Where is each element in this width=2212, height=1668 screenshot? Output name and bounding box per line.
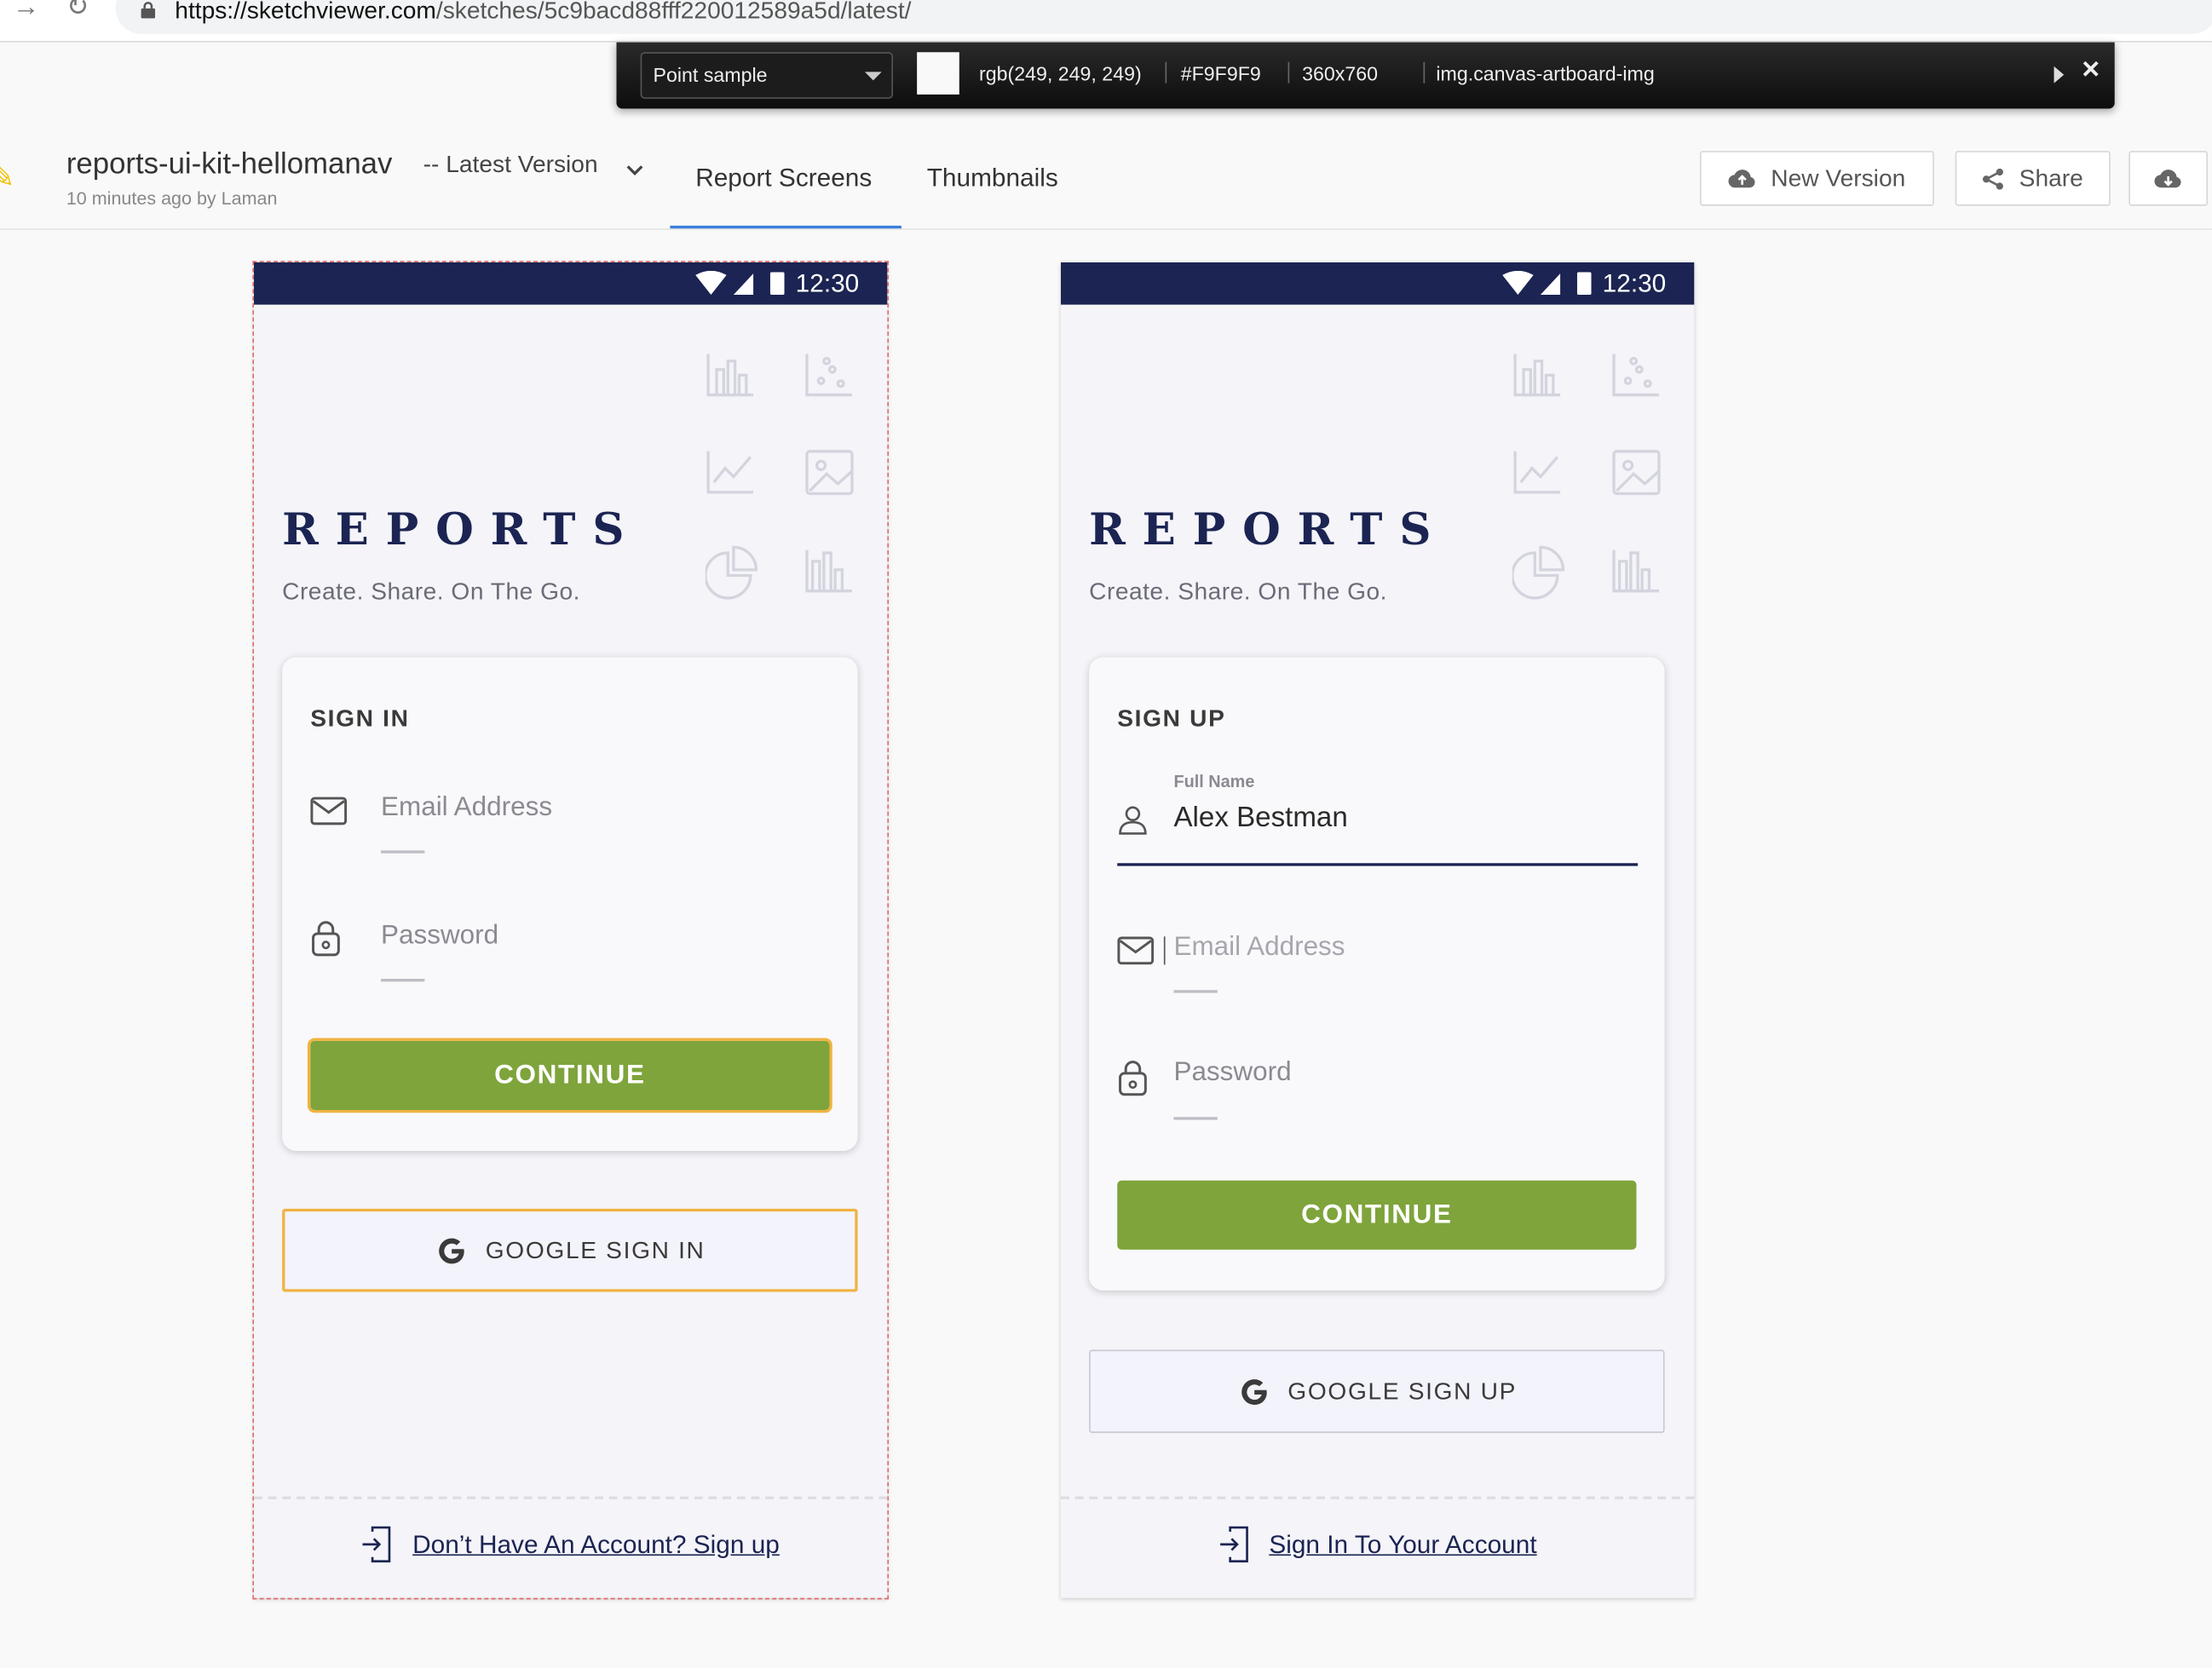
text-cursor (1163, 936, 1166, 965)
battery-icon (1576, 272, 1592, 296)
selector-value: img.canvas-artboard-img (1436, 61, 1655, 85)
email-underline (381, 850, 425, 854)
password-field[interactable]: Password (1173, 1058, 1291, 1089)
divider (1165, 61, 1167, 83)
signal-icon (733, 273, 754, 296)
card-title: SIGN IN (310, 705, 410, 733)
close-icon[interactable]: ✕ (2081, 56, 2101, 84)
expand-arrow-icon[interactable] (2054, 66, 2065, 83)
forward-arrow-icon[interactable]: → (13, 0, 39, 21)
divider (1287, 61, 1290, 83)
caret-down-icon (864, 72, 882, 81)
continue-button[interactable]: CONTINUE (1117, 1180, 1637, 1250)
user-icon (1119, 806, 1147, 835)
new-version-label: New Version (1771, 164, 1906, 192)
sign-in-link-text[interactable]: Sign In To Your Account (1269, 1529, 1536, 1559)
sample-mode-value: Point sample (653, 63, 768, 86)
full-name-field[interactable]: Alex Bestman (1173, 802, 1347, 835)
wifi-icon (1502, 270, 1534, 296)
mail-icon (310, 797, 348, 825)
project-title: reports-ui-kit-hellomanav (66, 147, 393, 181)
password-underline (381, 978, 425, 982)
color-inspector-tooltip: Point sample rgb(249, 249, 249) #F9F9F9 … (616, 42, 2115, 109)
google-sign-in-button[interactable]: GOOGLE SIGN IN (282, 1208, 858, 1292)
login-icon (363, 1526, 391, 1563)
sign-in-link[interactable]: Sign In To Your Account (1061, 1526, 1694, 1563)
sign-in-card: SIGN IN Email Address Password CONTINUE (282, 657, 858, 1151)
sample-mode-select[interactable]: Point sample (640, 52, 893, 99)
email-field[interactable]: Email Address (1173, 932, 1345, 963)
decorative-chart-icons (705, 354, 854, 600)
footer-divider (1061, 1496, 1695, 1499)
wifi-icon (695, 270, 727, 296)
url-text[interactable]: https://sketchviewer.com/sketches/5c9bac… (175, 0, 911, 26)
tab-thumbnails[interactable]: Thumbnails (927, 164, 1058, 193)
share-icon (1983, 168, 2004, 189)
sign-up-link[interactable]: Don’t Have An Account? Sign up (254, 1526, 887, 1563)
mail-icon (1117, 936, 1155, 965)
tagline: Create. Share. On The Go. (1089, 578, 1387, 606)
sign-up-link-text[interactable]: Don’t Have An Account? Sign up (412, 1529, 780, 1559)
full-name-label: Full Name (1173, 771, 1255, 791)
google-icon (1241, 1378, 1267, 1405)
lock-icon (1119, 1061, 1147, 1096)
sign-up-card: SIGN UP Full Name Alex Bestman Email Add… (1089, 657, 1665, 1291)
size-value: 360x760 (1302, 61, 1379, 85)
google-sign-up-label: GOOGLE SIGN UP (1287, 1377, 1518, 1405)
sign-in-artboard[interactable]: 12:30 REPORTS Create. Share. On The Go. … (252, 261, 890, 1600)
brand-title: REPORTS (1089, 504, 1449, 556)
google-icon (439, 1237, 464, 1263)
rgb-value: rgb(249, 249, 249) (978, 61, 1142, 85)
active-tab-indicator (670, 225, 902, 229)
brand-title: REPORTS (282, 504, 642, 556)
email-field[interactable]: Email Address (381, 792, 552, 823)
lock-icon (141, 2, 156, 19)
login-icon (1219, 1526, 1248, 1563)
email-underline (1173, 990, 1218, 993)
status-time: 12:30 (795, 269, 860, 298)
decorative-chart-icons (1512, 354, 1661, 600)
tagline: Create. Share. On The Go. (282, 578, 580, 606)
footer-divider (254, 1496, 888, 1499)
reload-icon[interactable]: ↻ (66, 0, 89, 21)
sketchviewer-logo-icon: ✎ (0, 159, 14, 196)
new-version-button[interactable]: New Version (1699, 151, 1934, 206)
password-field[interactable]: Password (381, 921, 498, 952)
cloud-upload-icon (1728, 170, 1756, 188)
tab-report-screens[interactable]: Report Screens (695, 164, 872, 193)
lock-icon (312, 921, 340, 957)
google-sign-in-label: GOOGLE SIGN IN (485, 1236, 706, 1263)
status-icons (695, 270, 785, 296)
browser-url-bar: → ↻ https://sketchviewer.com/sketches/5c… (0, 0, 2212, 43)
share-label: Share (2019, 164, 2083, 192)
hex-value: #F9F9F9 (1180, 61, 1261, 85)
continue-button[interactable]: CONTINUE (307, 1038, 832, 1113)
share-button[interactable]: Share (1955, 151, 2111, 206)
battery-icon (769, 272, 785, 296)
sign-up-artboard[interactable]: 12:30 REPORTS Create. Share. On The Go. … (1061, 262, 1695, 1598)
password-underline (1173, 1117, 1218, 1120)
status-bar: 12:30 (1061, 262, 1695, 305)
app-header: ✎ reports-ui-kit-hellomanav -- Latest Ve… (0, 124, 2212, 230)
card-title: SIGN UP (1117, 705, 1226, 733)
cloud-download-icon (2154, 170, 2181, 188)
signal-icon (1540, 273, 1561, 296)
project-subtitle: 10 minutes ago by Laman (66, 187, 278, 210)
status-icons (1502, 270, 1592, 296)
download-button[interactable] (2128, 151, 2209, 206)
version-label[interactable]: -- Latest Version (423, 151, 598, 179)
full-name-underline (1117, 863, 1639, 866)
status-bar: 12:30 (254, 262, 888, 305)
divider (1423, 61, 1426, 83)
google-sign-up-button[interactable]: GOOGLE SIGN UP (1089, 1349, 1665, 1434)
chevron-down-icon[interactable] (625, 164, 644, 178)
color-swatch (917, 52, 959, 95)
status-time: 12:30 (1602, 269, 1667, 298)
